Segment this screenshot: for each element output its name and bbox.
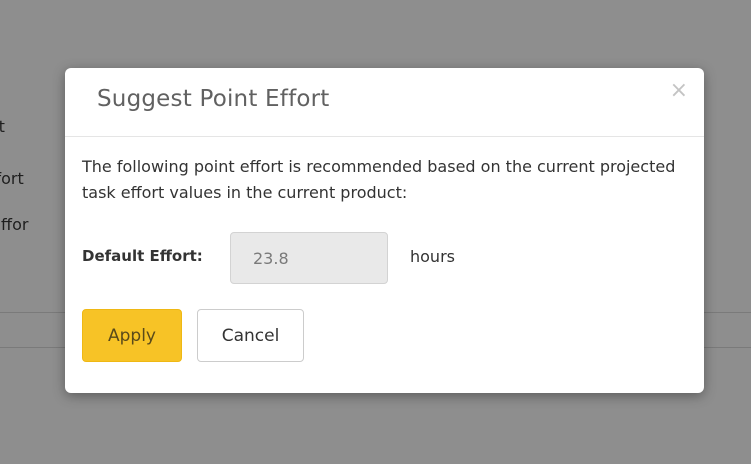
effort-unit-label: hours — [410, 247, 455, 266]
background-label: e Effor — [0, 215, 29, 234]
modal-body: The following point effort is recommende… — [82, 154, 692, 284]
default-effort-input[interactable] — [230, 232, 388, 284]
modal-title: Suggest Point Effort — [97, 86, 330, 112]
intro-text: The following point effort is recommende… — [82, 157, 676, 202]
default-effort-row: Default Effort: hours — [82, 232, 682, 284]
modal-header: Suggest Point Effort × — [65, 68, 704, 137]
cancel-button[interactable]: Cancel — [197, 309, 304, 362]
apply-button[interactable]: Apply — [82, 309, 182, 362]
close-icon[interactable]: × — [670, 80, 688, 102]
background-label: Effort — [0, 169, 24, 188]
default-effort-label: Default Effort: — [82, 247, 203, 265]
background-label: rt — [0, 117, 5, 136]
